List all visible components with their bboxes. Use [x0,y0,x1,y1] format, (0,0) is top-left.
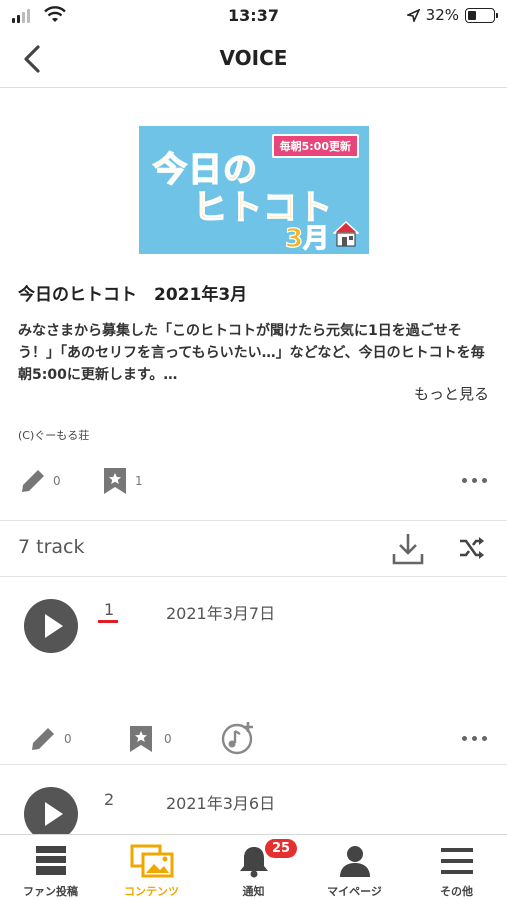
more-link[interactable]: もっと見る [414,383,489,404]
battery-percent: 32% [425,6,459,24]
banner-image: 毎朝5:00更新 今日の ヒトコト 3月 [139,126,369,254]
status-bar: 13:37 32% [0,0,507,32]
shuffle-icon[interactable] [458,535,486,561]
track-date: 2021年3月7日 [166,604,276,623]
bookmark-count: 1 [135,474,143,488]
fan-post-icon [35,846,66,875]
tab-bar: ファン投稿 コンテンツ 25 通知 マイページ その他 [0,834,507,900]
more-options-icon[interactable] [462,478,487,483]
divider [0,520,507,521]
divider [0,576,507,577]
track-date: 2021年3月6日 [166,794,276,813]
comment-count: 0 [53,474,61,488]
post-title: 今日のヒトコト 2021年3月 [18,285,248,305]
tab-label: ファン投稿 [23,885,78,898]
download-icon[interactable] [392,532,424,566]
copyright-text: (C)ぐーもる荘 [18,429,90,442]
tab-fan-post[interactable]: ファン投稿 [0,835,101,900]
comment-count: 0 [64,732,72,746]
menu-icon [440,848,473,874]
battery-icon [465,7,498,23]
track-count: 7 track [18,536,85,558]
banner-line-3: 3月 [284,223,330,254]
track-actions: 0 0 [0,718,507,758]
bookmark-icon[interactable] [128,724,154,754]
pencil-icon[interactable] [18,466,48,496]
track-number: 2 [104,790,115,809]
person-icon [339,846,370,877]
add-music-icon[interactable] [220,720,256,756]
banner-tag: 毎朝5:00更新 [271,134,359,158]
tab-label: 通知 [242,885,265,898]
play-button[interactable] [24,787,78,841]
play-button[interactable] [24,599,78,653]
tab-label: マイページ [327,885,382,898]
bookmark-icon[interactable] [102,466,128,496]
post-description: みなさまから募集した「このヒトコトが聞けたら元気に1日を過ごせそう！」「あのセリ… [18,323,485,383]
divider [0,764,507,765]
more-options-icon[interactable] [462,736,487,741]
tab-label: コンテンツ [124,885,179,898]
track-number-underline [98,620,118,623]
tab-contents[interactable]: コンテンツ [101,835,202,900]
notification-badge: 25 [265,839,298,858]
bookmark-count: 0 [164,732,172,746]
post-actions: 0 1 [0,460,507,500]
house-icon [333,220,359,247]
contents-icon [130,844,173,878]
nav-bar: VOICE [0,32,507,88]
page-title: VOICE [219,46,288,70]
pencil-icon[interactable] [28,724,58,754]
tab-label: その他 [440,885,473,898]
tab-notifications[interactable]: 25 通知 [203,835,304,900]
location-arrow-icon [406,8,420,22]
tab-mypage[interactable]: マイページ [304,835,405,900]
tab-other[interactable]: その他 [406,835,507,900]
track-number: 1 [104,600,115,619]
